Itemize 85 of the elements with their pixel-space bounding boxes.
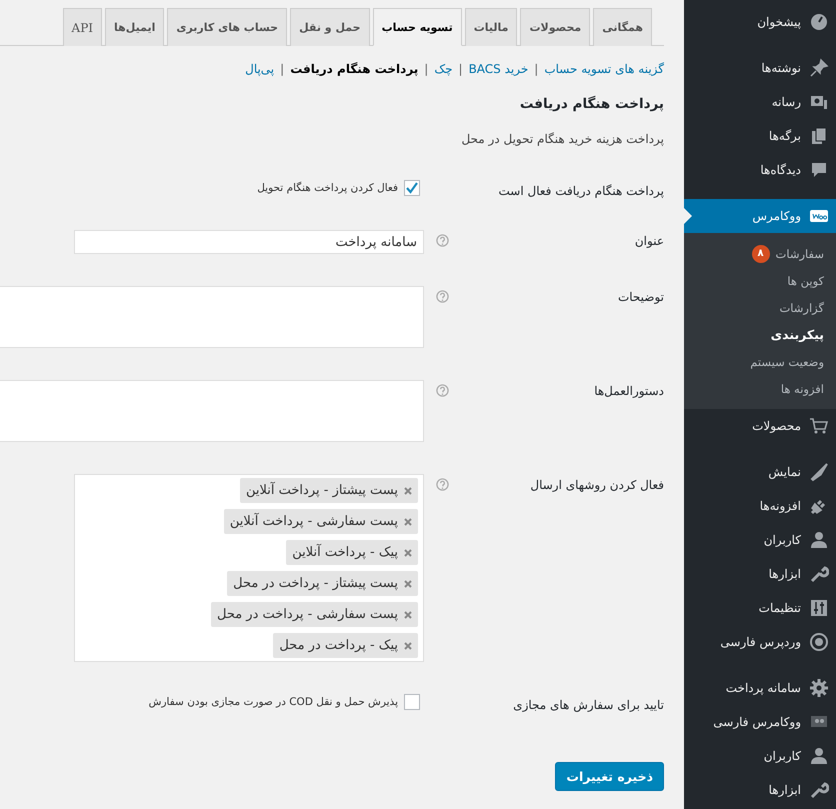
gauge-icon [809, 12, 829, 32]
section-link[interactable]: پرداخت هنگام دریافت [290, 62, 418, 76]
checkbox-label: فعال کردن پرداخت هنگام تحویل [257, 182, 398, 194]
input-field[interactable]: سامانه پرداخت [74, 230, 424, 254]
option-tag[interactable]: پیک - پرداخت در محل [273, 633, 418, 658]
checkbox-label: پذیرش حمل و نقل COD در صورت مجازی بودن سفارش [148, 696, 398, 708]
tab[interactable]: API [62, 8, 102, 46]
field-label: توضیحات [616, 289, 664, 304]
menu-item[interactable]: نوشته‌ها [684, 51, 836, 85]
wrench-icon [809, 780, 829, 800]
help-icon [436, 478, 448, 491]
cart-icon [809, 416, 829, 436]
menu-item[interactable]: رسانه [684, 85, 836, 119]
brush-icon [809, 462, 829, 482]
menu-item[interactable]: پیشخوان [684, 5, 836, 39]
remove-icon[interactable] [404, 642, 412, 650]
wrench-icon [809, 564, 829, 584]
checkbox[interactable] [404, 694, 420, 710]
gear-icon [809, 678, 829, 698]
help-icon [436, 290, 448, 303]
tab[interactable]: محصولات [520, 8, 590, 46]
section-link[interactable]: چک [434, 62, 453, 76]
tab[interactable]: ایمیل‌ها [105, 8, 164, 46]
multiselect-field[interactable]: پست پیشتاز - پرداخت آنلاین پست سفارشی - پرداخت آنلاین پیک - پرداخت آنلاین پست پیشتاز - پرداخت در محل پست سفارشی - پرداخت در محل پیک - پرداخت در محل [74, 474, 424, 662]
section-description: پرداخت هزینه خرید هنگام تحویل در محل [460, 132, 664, 146]
menu-item[interactable]: نمایش [684, 455, 836, 489]
remove-icon[interactable] [404, 518, 412, 526]
menu-item[interactable]: برگه‌ها [684, 119, 836, 153]
remove-icon[interactable] [404, 486, 412, 494]
menu-item[interactable]: ابزارها [684, 557, 836, 591]
option-tag[interactable]: پست پیشتاز - پرداخت در محل [227, 571, 418, 596]
menu-item[interactable]: محصولات [684, 409, 836, 443]
count-badge: ۸ [752, 244, 770, 262]
remove-icon[interactable] [404, 610, 412, 618]
link-divider: | [458, 62, 463, 76]
submenu-item[interactable]: پیکربندی [684, 321, 836, 348]
user-icon [809, 530, 829, 550]
tab[interactable]: حساب های کاربری [167, 8, 288, 46]
field-label: پرداخت هنگام دریافت فعال است [498, 183, 664, 198]
menu-item[interactable]: وردپرس فارسی [684, 625, 836, 659]
user-icon [809, 746, 829, 766]
field-label: تایید برای سفارش های مجازی [512, 697, 664, 712]
menu-item[interactable]: ووکامرس فارسی [684, 705, 836, 739]
menu-item[interactable]: ووکامرس [684, 199, 836, 233]
link-divider: | [280, 62, 284, 76]
field-label: فعال کردن روشهای ارسال [529, 477, 664, 492]
option-tag[interactable]: پست پیشتاز - پرداخت آنلاین [240, 478, 418, 503]
help-icon [436, 234, 448, 247]
section-link[interactable]: گزینه های تسویه حساب [544, 62, 664, 76]
textarea-field[interactable] [0, 380, 424, 442]
save-button[interactable]: ذخیره تغییرات [555, 762, 664, 791]
option-tag[interactable]: پست سفارشی - پرداخت در محل [210, 602, 418, 627]
tab[interactable]: همگانی [593, 8, 652, 46]
remove-icon[interactable] [404, 580, 412, 588]
menu-item[interactable]: کاربران [684, 739, 836, 773]
submenu-item[interactable]: کوپن ها [684, 267, 836, 294]
tab[interactable]: تسویه حساب [372, 8, 462, 46]
sliders-icon [809, 598, 829, 618]
menu-item[interactable]: سامانه پرداخت [684, 671, 836, 705]
section-link[interactable]: پی‌پال [245, 62, 274, 76]
field-label: دستورالعمل‌ها [593, 383, 664, 398]
submenu-item[interactable]: افزونه ها [684, 375, 836, 402]
field-label: عنوان [634, 233, 664, 248]
remove-icon[interactable] [404, 548, 412, 556]
menu-item[interactable]: ابزارها [684, 773, 836, 807]
option-tag[interactable]: پست سفارشی - پرداخت آنلاین [224, 509, 418, 534]
link-divider: | [534, 62, 538, 76]
menu-item[interactable]: افزونه‌ها [684, 489, 836, 523]
section-heading: پرداخت هنگام دریافت [518, 96, 664, 112]
option-tag[interactable]: پیک - پرداخت آنلاین [286, 540, 418, 565]
help-icon [436, 384, 448, 397]
menu-item[interactable]: دیدگاه‌ها [684, 153, 836, 187]
textarea-field[interactable] [0, 286, 424, 348]
comment-icon [809, 160, 829, 180]
tab[interactable]: مالیات [464, 8, 518, 46]
submenu-item[interactable]: وضعیت سیستم [684, 348, 836, 375]
pin-icon [809, 58, 829, 78]
checkbox[interactable] [404, 180, 420, 196]
menu-item[interactable]: کاربران [684, 523, 836, 557]
menu-item[interactable]: تنظیمات [684, 591, 836, 625]
section-link[interactable]: خرید BACS [468, 62, 528, 76]
link-divider: | [424, 62, 428, 76]
tab[interactable]: حمل و نقل [290, 8, 370, 46]
submenu-item[interactable]: سفارشات ۸ [684, 240, 836, 267]
submenu-item[interactable]: گزارشات [684, 294, 836, 321]
